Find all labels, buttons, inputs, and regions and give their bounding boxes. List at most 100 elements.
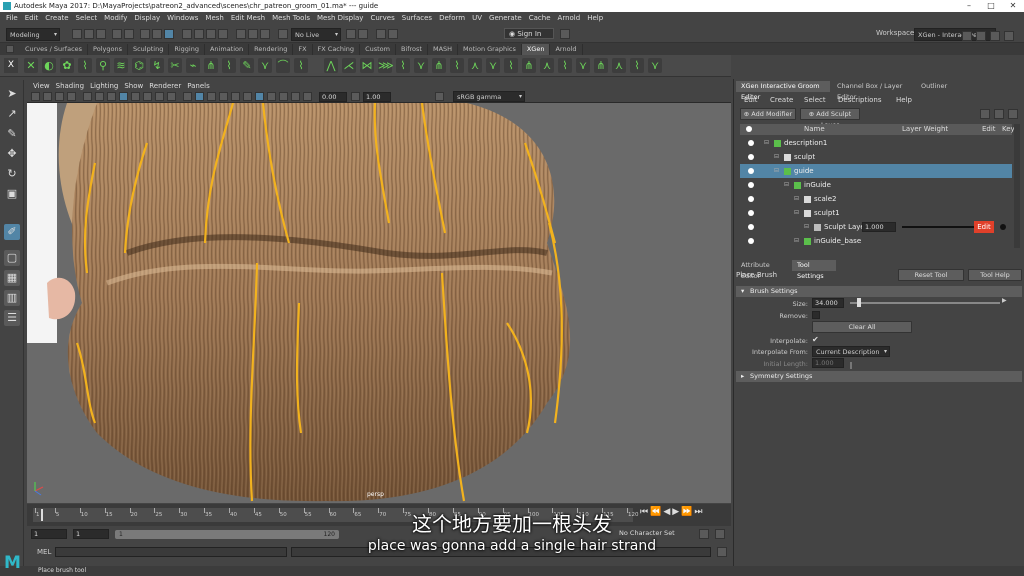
- motion-blur-icon[interactable]: [279, 92, 288, 101]
- gamma-toggle-icon[interactable]: [351, 92, 360, 101]
- gamma-icon[interactable]: [291, 92, 300, 101]
- reset-tool-button[interactable]: Reset Tool: [898, 269, 964, 281]
- tree-row[interactable]: ⊟ inGuide: [740, 178, 1012, 192]
- shelf-tab[interactable]: Rendering: [249, 44, 294, 55]
- shelf-tab[interactable]: FX Caching: [313, 44, 361, 55]
- menu-item[interactable]: UV: [472, 14, 482, 22]
- render-icon[interactable]: [236, 29, 246, 39]
- shelf-tab[interactable]: FX: [293, 44, 313, 55]
- range-bar[interactable]: 1 120: [115, 530, 339, 539]
- panel-icon-c[interactable]: [1008, 109, 1018, 119]
- panel-menu-item[interactable]: Help: [896, 96, 912, 104]
- anim-prefs-icon[interactable]: [715, 529, 725, 539]
- xray-joints-icon[interactable]: [219, 92, 228, 101]
- image-plane-icon[interactable]: [67, 92, 76, 101]
- close-button[interactable]: ✕: [1002, 0, 1024, 12]
- single-pane-icon[interactable]: [962, 31, 972, 41]
- visibility-eye-icon[interactable]: [748, 196, 754, 202]
- menu-item[interactable]: Select: [76, 14, 98, 22]
- play-back-icon[interactable]: ◀: [663, 507, 672, 517]
- color-mgmt-icon[interactable]: [303, 92, 312, 101]
- bookmark-icon[interactable]: [55, 92, 64, 101]
- layer-weight-slider[interactable]: [902, 226, 974, 228]
- xgen-shelf-tool-icon[interactable]: ⌇: [450, 58, 464, 73]
- xgen-shelf-tool-icon[interactable]: ⋔: [432, 58, 446, 73]
- xgen-shelf-tool-icon[interactable]: ⋔: [522, 58, 536, 73]
- aa-icon[interactable]: [243, 92, 252, 101]
- xgen-shelf-tool-icon[interactable]: ⌒: [276, 58, 290, 73]
- timeline-track[interactable]: 1 5 10 15 20 25 30 35 40 45 50 55 60 65 70 75 80 85 90 95 10…: [33, 508, 639, 522]
- xgen-shelf-tool-icon[interactable]: ✕: [24, 58, 38, 73]
- xgen-shelf-tool-icon[interactable]: ⋔: [594, 58, 608, 73]
- film-gate-icon[interactable]: [95, 92, 104, 101]
- dof-icon[interactable]: [255, 92, 264, 101]
- symmetry-settings-header[interactable]: Symmetry Settings: [736, 371, 1022, 382]
- lower-tab[interactable]: Attribute Editor: [736, 260, 790, 280]
- menu-item[interactable]: Surfaces: [402, 14, 432, 22]
- single-view-icon[interactable]: ▢: [4, 250, 20, 266]
- tree-row[interactable]: ⊟ sculpt1: [740, 206, 1012, 220]
- step-back-icon[interactable]: ⏪: [650, 507, 663, 517]
- menu-item[interactable]: Help: [587, 14, 603, 22]
- menu-item[interactable]: Display: [134, 14, 160, 22]
- menu-item[interactable]: Mesh Display: [317, 14, 363, 22]
- layout-icon[interactable]: [388, 29, 398, 39]
- tree-row[interactable]: ⊟ scale2: [740, 192, 1012, 206]
- xgen-shelf-tool-icon[interactable]: ⋙: [378, 58, 394, 73]
- xgen-shelf-tool-icon[interactable]: ✿: [60, 58, 74, 73]
- ao-icon[interactable]: [183, 92, 192, 101]
- snap-point-icon[interactable]: [206, 29, 216, 39]
- xgen-shelf-tool-icon[interactable]: ⌇: [396, 58, 410, 73]
- xgen-shelf-tool-icon[interactable]: ↯: [150, 58, 164, 73]
- xgen-shelf-tool-icon[interactable]: ⋎: [486, 58, 500, 73]
- xgen-shelf-tool-icon[interactable]: ⌁: [186, 58, 200, 73]
- expand-toggle-icon[interactable]: ⊟: [774, 150, 779, 164]
- expand-toggle-icon[interactable]: ⊟: [774, 164, 779, 178]
- tree-row[interactable]: ⊟ description1: [740, 136, 1012, 150]
- four-pane-icon[interactable]: [976, 31, 986, 41]
- xgen-shelf-tool-icon[interactable]: ⌇: [630, 58, 644, 73]
- step-forward-icon[interactable]: ⏩: [681, 507, 694, 517]
- xgen-shelf-tool-icon[interactable]: ⋌: [342, 58, 356, 73]
- mel-input[interactable]: [55, 547, 287, 557]
- outliner-pane-icon[interactable]: [1004, 31, 1014, 41]
- two-pane-icon[interactable]: [990, 31, 1000, 41]
- menu-item[interactable]: Modify: [104, 14, 127, 22]
- ipr-render-icon[interactable]: [248, 29, 258, 39]
- side-view-icon[interactable]: ▥: [4, 290, 20, 306]
- shelf-tab[interactable]: Bifrost: [396, 44, 428, 55]
- add-modifier-button[interactable]: ⊕ Add Modifier: [740, 108, 796, 120]
- time-slider[interactable]: 1 5 10 15 20 25 30 35 40 45 50 55 60 65 70 75 80 85 90 95 10…: [27, 504, 731, 526]
- shelf-tab[interactable]: Motion Graphics: [458, 44, 522, 55]
- xgen-shelf-tool-icon[interactable]: ⋔: [204, 58, 218, 73]
- play-forward-icon[interactable]: ▶: [672, 507, 681, 517]
- edit-layer-button[interactable]: Edit: [974, 221, 994, 233]
- wireframe-icon[interactable]: [119, 92, 128, 101]
- expand-toggle-icon[interactable]: ⊟: [794, 192, 799, 206]
- xgen-shelf-tool-icon[interactable]: ⌇: [294, 58, 308, 73]
- remove-checkbox[interactable]: [812, 311, 820, 319]
- outliner-view-icon[interactable]: ☰: [4, 310, 20, 326]
- size-slider[interactable]: [850, 298, 1000, 307]
- xgen-shelf-tool-icon[interactable]: ⋎: [648, 58, 662, 73]
- camera-select-icon[interactable]: [31, 92, 40, 101]
- menu-item[interactable]: Mesh Tools: [272, 14, 310, 22]
- open-scene-icon[interactable]: [84, 29, 94, 39]
- lasso-tool-icon[interactable]: ↗: [4, 106, 20, 122]
- symmetry-icon[interactable]: [346, 29, 356, 39]
- xgen-shelf-tool-icon[interactable]: ⋈: [360, 58, 374, 73]
- select-tool-icon[interactable]: ➤: [4, 86, 20, 102]
- panel-tab[interactable]: XGen Interactive Groom Editor: [736, 81, 830, 101]
- select-object-icon[interactable]: [152, 29, 162, 39]
- panel-tab[interactable]: Outliner: [916, 81, 956, 92]
- panel-tab[interactable]: Channel Box / Layer Editor: [832, 81, 914, 101]
- expand-toggle-icon[interactable]: ⊟: [794, 234, 799, 248]
- xgen-shelf-tool-icon[interactable]: ≋: [114, 58, 128, 73]
- visibility-eye-icon[interactable]: [748, 224, 754, 230]
- shelf-tab[interactable]: Sculpting: [128, 44, 170, 55]
- go-end-icon[interactable]: ⏭: [694, 507, 704, 517]
- viewport-menu-item[interactable]: Show: [124, 82, 143, 90]
- panel-menu-item[interactable]: Descriptions: [838, 96, 882, 104]
- visibility-eye-icon[interactable]: [748, 182, 754, 188]
- viewport-menu-item[interactable]: Shading: [56, 82, 84, 90]
